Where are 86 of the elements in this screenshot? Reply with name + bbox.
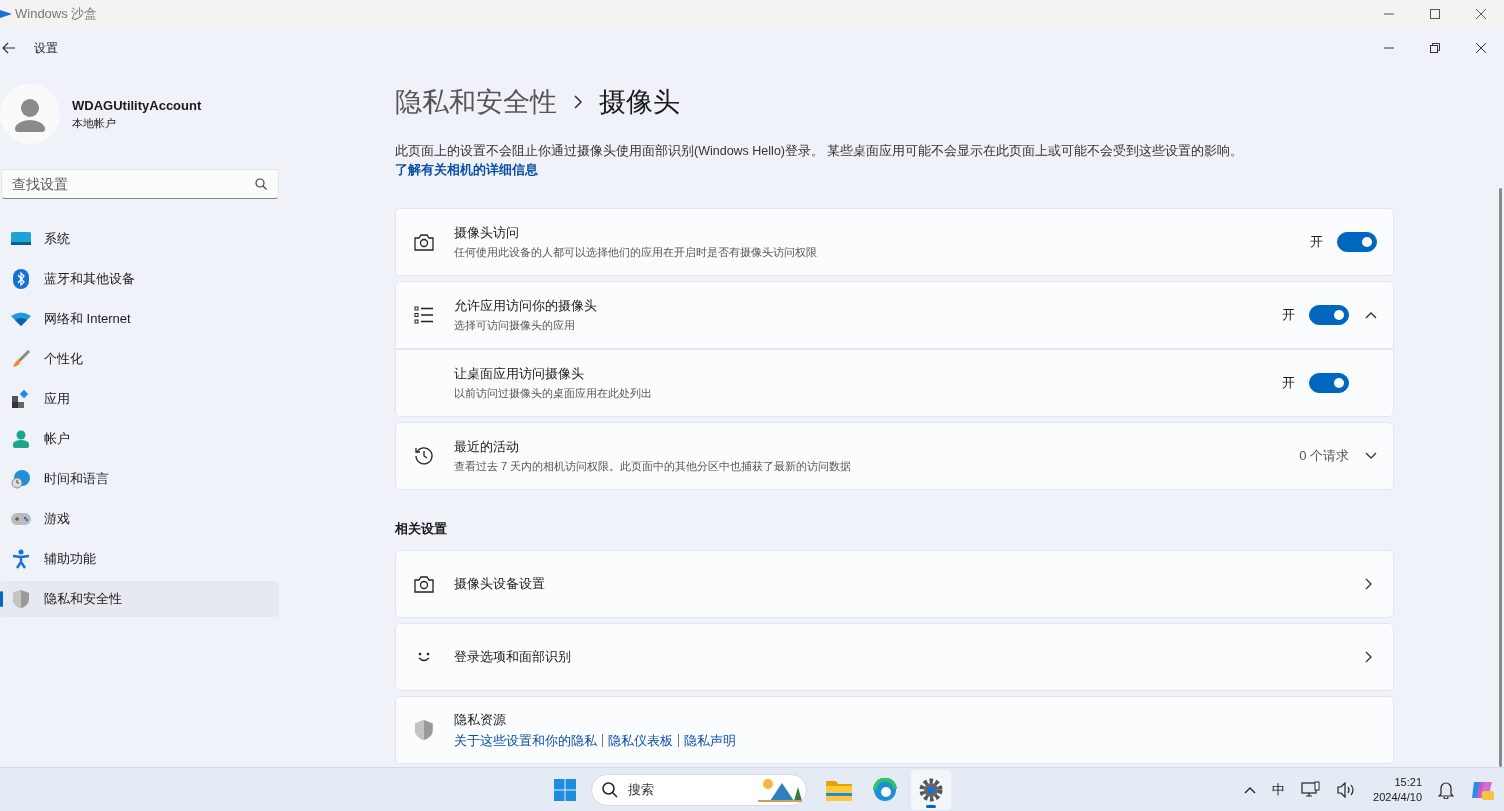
chevron-up-icon	[1244, 785, 1257, 794]
toggle-state-label: 开	[1282, 374, 1295, 392]
sandbox-logo-icon	[0, 8, 12, 20]
account-name: WDAGUtilityAccount	[72, 97, 202, 113]
close-icon	[1476, 43, 1486, 53]
toggle-switch[interactable]	[1309, 373, 1349, 393]
setting-title: 最近的活动	[454, 438, 520, 456]
nav-item[interactable]: 隐私和安全性	[0, 581, 279, 617]
clock-date: 2024/4/10	[1373, 789, 1422, 805]
clock-time: 15:21	[1394, 774, 1422, 790]
setting-title: 隐私资源	[454, 710, 507, 729]
nav-item[interactable]: 时间和语言	[0, 461, 279, 497]
nav-item[interactable]: 应用	[0, 381, 279, 417]
setting-title: 摄像头设备设置	[454, 575, 546, 593]
nav-item[interactable]: 帐户	[0, 421, 279, 457]
setting-title: 登录选项和面部识别	[454, 648, 572, 666]
toggle-state-label: 开	[1282, 306, 1295, 324]
history-icon	[413, 446, 435, 466]
shield-icon	[413, 719, 435, 741]
chevron-up-icon	[1365, 311, 1377, 319]
maximize-icon	[1430, 9, 1440, 19]
brush-icon	[10, 350, 32, 368]
toggle-switch[interactable]	[1337, 232, 1377, 252]
learn-more-link[interactable]: 了解有关相机的详细信息	[395, 163, 538, 177]
nav-item[interactable]: 游戏	[0, 501, 279, 537]
breadcrumb-parent[interactable]: 隐私和安全性	[395, 84, 557, 120]
restore-icon	[1430, 43, 1440, 53]
setting-title: 允许应用访问你的摄像头	[454, 297, 598, 315]
toggle-switch[interactable]	[1309, 305, 1349, 325]
setting-description: 任何使用此设备的人都可以选择他们的应用在开启时是否有摄像头访问权限	[454, 245, 818, 260]
intro-text: 此页面上的设置不会阻止你通过摄像头使用面部识别(Windows Hello)登录。 某些桌面应用可能不会显示在此页面上或可能不会受到这些设置的影响。 了解有关相机的详细信息	[395, 143, 1245, 179]
request-count: 0 个请求	[1299, 447, 1349, 465]
setting-title: 摄像头访问	[454, 224, 520, 242]
search-icon	[602, 782, 618, 798]
setting-description: 选择可访问摄像头的应用	[454, 318, 576, 333]
page-title: 摄像头	[599, 86, 680, 119]
camping-tent-icon	[756, 777, 802, 803]
privacy-link[interactable]: 隐私声明	[684, 731, 736, 750]
gamepad-icon	[10, 512, 32, 526]
setting-description: 以前访问过摄像头的桌面应用在此处列出	[454, 386, 653, 401]
input-method-indicator[interactable]: 中	[1272, 780, 1286, 799]
chevron-right-icon	[573, 94, 583, 110]
chevron-down-icon	[1365, 452, 1377, 460]
bell-icon[interactable]	[1438, 780, 1454, 799]
camera-icon	[413, 575, 435, 593]
setting-title: 让桌面应用访问摄像头	[454, 365, 585, 383]
person-icon	[10, 430, 32, 448]
nav-item[interactable]: 系统	[0, 221, 279, 257]
toggle-state-label: 开	[1310, 233, 1323, 251]
shield-icon	[10, 589, 32, 609]
section-heading: 相关设置	[395, 520, 448, 538]
taskbar-search-field[interactable]: 搜索	[591, 774, 807, 806]
list-icon	[413, 306, 435, 324]
camera-icon	[413, 233, 435, 251]
settings-link-card[interactable]: 摄像头设备设置	[395, 550, 1394, 618]
nav-item[interactable]: 辅助功能	[0, 541, 279, 577]
back-arrow-icon	[2, 42, 16, 54]
network-icon[interactable]	[1301, 780, 1322, 799]
settings-link-card[interactable]: 登录选项和面部识别	[395, 623, 1394, 691]
folder-icon	[826, 779, 852, 801]
settings-button[interactable]	[911, 770, 951, 810]
app-title: 设置	[34, 39, 58, 57]
settings-icon	[919, 778, 943, 802]
search-icon	[255, 178, 267, 190]
search-placeholder: 搜索	[628, 781, 655, 799]
scrollbar[interactable]	[1499, 188, 1502, 767]
privacy-link[interactable]: 隐私仪表板	[608, 731, 673, 750]
close-icon	[1476, 9, 1486, 19]
privacy-link[interactable]: 关于这些设置和你的隐私	[454, 731, 597, 750]
bluetooth-icon	[10, 269, 32, 289]
clock[interactable]: 15:21 2024/4/10	[1373, 774, 1422, 805]
window-title: Windows 沙盒	[15, 5, 98, 23]
browser-icon	[873, 778, 897, 802]
nav-item[interactable]: 个性化	[0, 341, 279, 377]
chevron-right-icon	[1365, 578, 1373, 590]
chevron-right-icon	[1365, 651, 1373, 663]
monitor-icon	[10, 231, 32, 247]
globe-clock-icon	[10, 469, 32, 489]
setting-description: 查看过去 7 天内的相机访问权限。此页面中的其他分区中也捕获了最新的访问数据	[454, 459, 853, 474]
nav-item[interactable]: 网络和 Internet	[0, 301, 279, 337]
nav-item[interactable]: 蓝牙和其他设备	[0, 261, 279, 297]
accessibility-icon	[10, 549, 32, 569]
account-type: 本地帐户	[72, 115, 117, 131]
wifi-icon	[10, 312, 32, 326]
windows-logo-icon	[554, 779, 576, 801]
search-field[interactable]: 查找设置	[1, 169, 279, 199]
